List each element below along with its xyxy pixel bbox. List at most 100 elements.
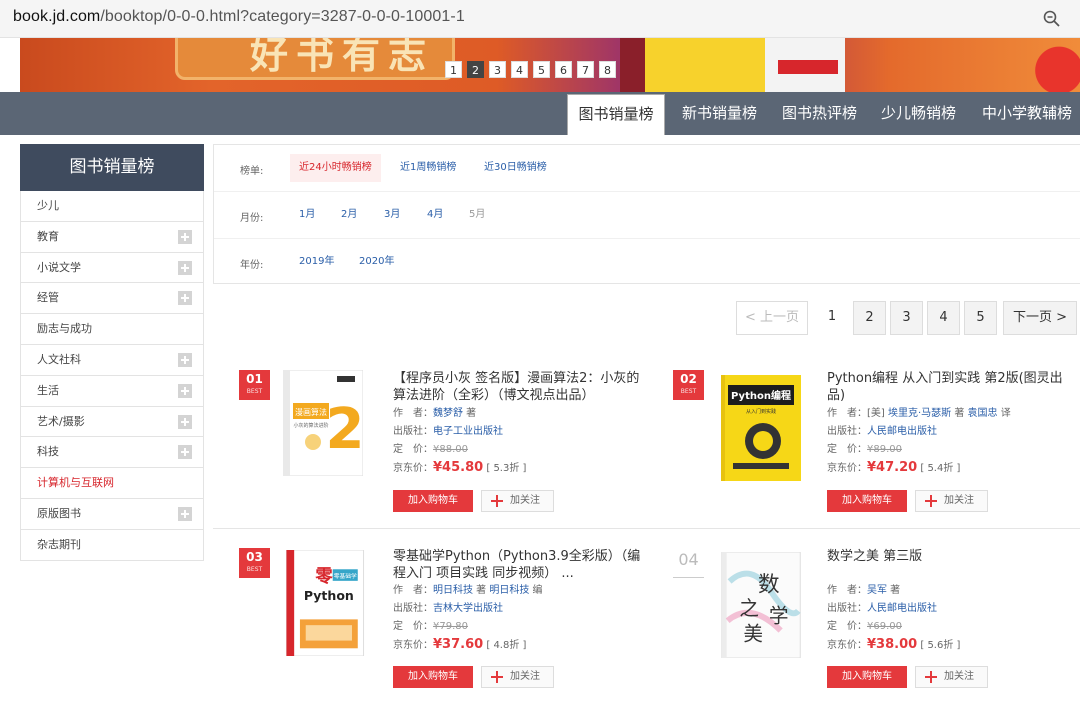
book-title-link[interactable]: Python编程 从入门到实践 第2版(图灵出品) — [827, 370, 1077, 404]
follow-button[interactable]: 加关注 — [481, 666, 554, 688]
book-cover-image[interactable]: 零 零基础学 Python — [285, 550, 365, 656]
sidebar-item-label: 艺术/摄影 — [37, 414, 85, 428]
sidebar-item[interactable]: 科技 — [20, 437, 204, 469]
editor-link[interactable]: 明日科技 — [489, 585, 529, 596]
sidebar-item[interactable]: 杂志期刊 — [20, 529, 204, 561]
sidebar-item[interactable]: 教育 — [20, 221, 204, 253]
page-1[interactable]: 1 — [816, 301, 848, 335]
publisher-link[interactable]: 人民邮电出版社 — [867, 426, 937, 437]
sidebar-item-label: 教育 — [37, 229, 59, 243]
author-link[interactable]: 埃里克·马瑟斯 — [888, 408, 951, 419]
list-price: ¥89.00 — [867, 444, 902, 455]
author-link[interactable]: 明日科技 — [433, 585, 473, 596]
publisher-link[interactable]: 吉林大学出版社 — [433, 603, 503, 614]
filter-30days[interactable]: 近30日畅销榜 — [475, 154, 556, 182]
book-title-link[interactable]: 零基础学Python（Python3.9全彩版）（编程入门 项目实践 同步视频）… — [393, 548, 643, 582]
sidebar-item-label: 计算机与互联网 — [37, 476, 114, 490]
row-divider — [213, 528, 1080, 529]
slide-dot-8[interactable]: 8 — [599, 61, 616, 78]
page-3[interactable]: 3 — [890, 301, 923, 335]
filter-row-list: 榜单: 近24小时畅销榜 近1周畅销榜 近30日畅销榜 — [214, 145, 1080, 192]
banner-title: 好书有志 — [250, 38, 435, 77]
expand-plus-icon[interactable] — [178, 291, 192, 306]
jd-price: ¥47.20 — [867, 460, 918, 475]
tab-kids-bestsellers[interactable]: 少儿畅销榜 — [881, 92, 956, 135]
expand-plus-icon[interactable] — [178, 506, 192, 521]
add-to-cart-button[interactable]: 加入购物车 — [393, 490, 473, 512]
expand-plus-icon[interactable] — [178, 445, 192, 460]
slide-dot-5[interactable]: 5 — [533, 61, 550, 78]
sidebar-item[interactable]: 励志与成功 — [20, 314, 204, 345]
filter-24h[interactable]: 近24小时畅销榜 — [290, 154, 381, 182]
zoom-out-icon[interactable] — [1042, 9, 1062, 29]
follow-button[interactable]: 加关注 — [481, 490, 554, 512]
add-to-cart-button[interactable]: 加入购物车 — [827, 490, 907, 512]
banner-slide-indicators: 12345678 — [445, 61, 616, 78]
book-cover-image[interactable]: Python编程 从入门到实践 — [721, 375, 801, 481]
svg-text:零基础学: 零基础学 — [334, 572, 357, 580]
filter-month-4[interactable]: 4月 — [418, 201, 452, 229]
book-title-link[interactable]: 数学之美 第三版 — [827, 548, 1077, 565]
filter-year-2020[interactable]: 2020年 — [350, 248, 403, 276]
publisher-link[interactable]: 人民邮电出版社 — [867, 603, 937, 614]
author-link[interactable]: 吴军 — [867, 585, 887, 596]
tab-new-book-sales[interactable]: 新书销量榜 — [682, 92, 757, 135]
follow-button[interactable]: 加关注 — [915, 490, 988, 512]
jd-price: ¥45.80 — [433, 460, 484, 475]
ranking-filters: 榜单: 近24小时畅销榜 近1周畅销榜 近30日畅销榜 月份: 1月 2月 3月… — [213, 144, 1080, 284]
filter-1week[interactable]: 近1周畅销榜 — [391, 154, 465, 182]
book-meta: 作 者：[美] 埃里克·马瑟斯 著 袁国忠 译 出版社：人民邮电出版社 定 价：… — [827, 408, 1011, 475]
add-to-cart-button[interactable]: 加入购物车 — [393, 666, 473, 688]
expand-plus-icon[interactable] — [178, 414, 192, 429]
sidebar-item[interactable]: 生活 — [20, 375, 204, 407]
filter-month-3[interactable]: 3月 — [375, 201, 409, 229]
page-4[interactable]: 4 — [927, 301, 960, 335]
expand-plus-icon[interactable] — [178, 383, 192, 398]
tab-k12-bestsellers[interactable]: 中小学教辅榜 — [982, 92, 1072, 135]
next-page-button[interactable]: 下一页 > — [1003, 301, 1077, 335]
slide-dot-6[interactable]: 6 — [555, 61, 572, 78]
expand-plus-icon[interactable] — [178, 260, 192, 275]
tab-book-sales[interactable]: 图书销量榜 — [567, 94, 665, 135]
address-bar[interactable]: book.jd.com/booktop/0-0-0.html?category=… — [0, 0, 1080, 38]
book-title-link[interactable]: 【程序员小灰 签名版】漫画算法2：小灰的算法进阶（全彩）（博文视点出品） — [393, 370, 643, 404]
plus-icon — [925, 671, 937, 683]
add-to-cart-button[interactable]: 加入购物车 — [827, 666, 907, 688]
book-cover-image[interactable]: 漫画算法 2 小灰的算法进阶 — [283, 370, 363, 476]
filter-row-year: 年份: 2019年 2020年 — [214, 239, 1080, 286]
slide-dot-4[interactable]: 4 — [511, 61, 528, 78]
filter-month-2[interactable]: 2月 — [332, 201, 366, 229]
page-2[interactable]: 2 — [853, 301, 886, 335]
book-item: 03 BEST 零 零基础学 Python 零基础学Python（Python3.… — [239, 548, 669, 708]
sidebar-item[interactable]: 原版图书 — [20, 498, 204, 530]
filter-month-1[interactable]: 1月 — [290, 201, 324, 229]
sidebar-item[interactable]: 小说文学 — [20, 252, 204, 284]
slide-dot-7[interactable]: 7 — [577, 61, 594, 78]
jd-price: ¥37.60 — [433, 637, 484, 652]
translator-link[interactable]: 袁国忠 — [968, 408, 998, 419]
filter-month-5: 5月 — [469, 209, 486, 220]
discount: [ 5.6折 ] — [920, 640, 961, 651]
plus-icon — [925, 495, 937, 507]
book-cover-image[interactable]: 数 之 学 美 — [721, 552, 801, 658]
slide-dot-3[interactable]: 3 — [489, 61, 506, 78]
sidebar-item[interactable]: 艺术/摄影 — [20, 406, 204, 438]
slide-dot-1[interactable]: 1 — [445, 61, 462, 78]
tab-book-reviews[interactable]: 图书热评榜 — [782, 92, 857, 135]
page-5[interactable]: 5 — [964, 301, 997, 335]
url-text[interactable]: book.jd.com/booktop/0-0-0.html?category=… — [13, 8, 465, 26]
expand-plus-icon[interactable] — [178, 352, 192, 367]
slide-dot-2[interactable]: 2 — [467, 61, 484, 78]
sidebar-item[interactable]: 人文社科 — [20, 344, 204, 376]
follow-button[interactable]: 加关注 — [915, 666, 988, 688]
sidebar-item[interactable]: 少儿 — [20, 191, 204, 222]
expand-plus-icon[interactable] — [178, 229, 192, 244]
prev-page-button[interactable]: < 上一页 — [736, 301, 808, 335]
sidebar-item[interactable]: 计算机与互联网 — [20, 468, 204, 499]
publisher-link[interactable]: 电子工业出版社 — [433, 426, 503, 437]
author-link[interactable]: 魏梦舒 — [433, 408, 463, 419]
svg-text:Python编程: Python编程 — [731, 389, 791, 402]
filter-year-2019[interactable]: 2019年 — [290, 248, 343, 276]
sidebar-item[interactable]: 经管 — [20, 283, 204, 315]
list-price: ¥69.00 — [867, 621, 902, 632]
